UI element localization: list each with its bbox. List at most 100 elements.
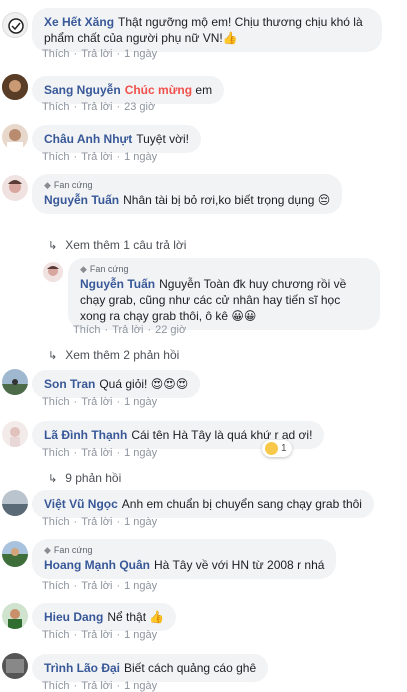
highlight-text: Chúc mừng — [124, 83, 193, 97]
like-link[interactable]: Thích — [73, 324, 101, 336]
comment-bubble: ◆ Fan cứng Nguyễn Tuấn Nguyễn Toàn đk huy … — [68, 258, 380, 330]
avatar-image — [2, 490, 28, 516]
commenter-name[interactable]: Trình Lão Đại — [44, 661, 120, 675]
reply-link[interactable]: Trả lời — [81, 447, 112, 459]
avatar[interactable] — [2, 541, 28, 567]
like-link[interactable]: Thích — [42, 629, 70, 641]
avatar[interactable] — [2, 12, 28, 38]
reaction-count: 1 — [281, 443, 287, 455]
timestamp[interactable]: 1 ngày — [124, 151, 157, 163]
reply-link[interactable]: Trả lời — [81, 680, 112, 692]
avatar[interactable] — [43, 262, 63, 282]
view-more-replies[interactable]: ↳ Xem thêm 2 phản hồi — [48, 348, 179, 362]
like-link[interactable]: Thích — [42, 48, 70, 60]
comment-text: em — [195, 83, 213, 97]
reaction-badge[interactable]: 1 — [262, 440, 292, 457]
like-link[interactable]: Thích — [42, 516, 70, 528]
commenter-name[interactable]: Lã Đình Thạnh — [44, 428, 127, 442]
avatar-image — [43, 262, 63, 282]
timestamp[interactable]: 1 ngày — [124, 48, 157, 60]
avatar-image — [2, 653, 28, 679]
view-more-replies[interactable]: ↳ Xem thêm 1 câu trả lời — [48, 238, 186, 252]
timestamp[interactable]: 1 ngày — [124, 680, 157, 692]
haha-icon — [265, 442, 278, 455]
comment-feed: Xe Hết Xăng Thật ngưỡng mộ em! Chịu thươn… — [0, 0, 407, 692]
like-link[interactable]: Thích — [42, 680, 70, 692]
commenter-name[interactable]: Châu Anh Nhựt — [44, 132, 132, 146]
avatar-image — [2, 369, 28, 395]
reply-link[interactable]: Trả lời — [112, 324, 143, 336]
reply-arrow-icon: ↳ — [48, 350, 58, 362]
avatar-image — [2, 74, 28, 100]
comment-actions: Thích · Trả lời · 22 giờ — [73, 324, 187, 336]
timestamp[interactable]: 1 ngày — [124, 580, 157, 592]
commenter-name[interactable]: Nguyễn Tuấn — [80, 277, 155, 291]
comment-actions: Thích · Trả lời · 1 ngày — [42, 447, 158, 459]
avatar-image — [2, 175, 28, 201]
comment-text: Hà Tây về với HN từ 2008 r nhá — [154, 558, 325, 572]
avatar[interactable] — [2, 175, 28, 201]
fan-badge: ◆ Fan cứng — [44, 180, 93, 190]
comment-text: Nhân tài bị bỏ rơi,ko biết trọng dụng 😔 — [123, 193, 331, 207]
comment-actions: Thích · Trả lời · 1 ngày — [42, 516, 158, 528]
commenter-name[interactable]: Việt Vũ Ngọc — [44, 497, 118, 511]
like-link[interactable]: Thích — [42, 580, 70, 592]
like-link[interactable]: Thích — [42, 101, 70, 113]
reply-link[interactable]: Trả lời — [81, 101, 112, 113]
like-link[interactable]: Thích — [42, 447, 70, 459]
reply-link[interactable]: Trả lời — [81, 629, 112, 641]
commenter-name[interactable]: Son Tran — [44, 377, 95, 391]
comment-bubble: ◆ Fan cứng Hoang Mạnh Quân Hà Tây về với H… — [32, 539, 337, 579]
commenter-name[interactable]: Hieu Dang — [44, 610, 103, 624]
comment-actions: Thích · Trả lời · 23 giờ — [42, 101, 156, 113]
timestamp[interactable]: 1 ngày — [124, 629, 157, 641]
avatar[interactable] — [2, 603, 28, 629]
reply-link[interactable]: Trả lời — [81, 396, 112, 408]
avatar[interactable] — [2, 369, 28, 395]
reply-link[interactable]: Trả lời — [81, 516, 112, 528]
like-link[interactable]: Thích — [42, 151, 70, 163]
timestamp[interactable]: 1 ngày — [124, 447, 157, 459]
comment-bubble: Sang Nguyễn Chúc mừng em — [32, 76, 225, 104]
avatar[interactable] — [2, 74, 28, 100]
comment-bubble: Xe Hết Xăng Thật ngưỡng mộ em! Chịu thươn… — [32, 8, 382, 52]
fan-badge: ◆ Fan cứng — [80, 264, 129, 274]
comment-actions: Thích · Trả lời · 1 ngày — [42, 580, 158, 592]
commenter-name[interactable]: Xe Hết Xăng — [44, 15, 114, 29]
fan-badge: ◆ Fan cứng — [44, 545, 93, 555]
avatar-image — [2, 124, 28, 150]
timestamp[interactable]: 1 ngày — [124, 396, 157, 408]
avatar[interactable] — [2, 490, 28, 516]
comment-bubble: Son Tran Quá giỏi! 😍😍😍 — [32, 370, 201, 398]
commenter-name[interactable]: Nguyễn Tuấn — [44, 193, 119, 207]
comment-text: Anh em chuẩn bị chuyển sang chạy grab th… — [121, 497, 362, 511]
reply-link[interactable]: Trả lời — [81, 151, 112, 163]
avatar-image — [2, 421, 28, 447]
comment-bubble: Hieu Dang Nể thật 👍 — [32, 603, 177, 631]
timestamp[interactable]: 22 giờ — [155, 324, 186, 336]
comment-text: Quá giỏi! 😍😍😍 — [99, 377, 189, 391]
reply-link[interactable]: Trả lời — [81, 580, 112, 592]
like-link[interactable]: Thích — [42, 396, 70, 408]
comment-actions: Thích · Trả lời · 1 ngày — [42, 629, 158, 641]
reply-arrow-icon: ↳ — [48, 473, 58, 485]
comment-bubble: Trình Lão Đại Biết cách quảng cáo ghê — [32, 654, 269, 682]
diamond-icon: ◆ — [44, 180, 51, 190]
comment-actions: Thích · Trả lời · 1 ngày — [42, 48, 158, 60]
avatar-image — [8, 18, 24, 34]
commenter-name[interactable]: Sang Nguyễn — [44, 83, 121, 97]
view-more-replies[interactable]: ↳ 9 phản hồi — [48, 471, 121, 485]
comment-text: Tuyệt vời! — [136, 132, 190, 146]
comment-bubble: ◆ Fan cứng Nguyễn Tuấn Nhân tài bị bỏ rơi,… — [32, 174, 343, 214]
reply-arrow-icon: ↳ — [48, 240, 58, 252]
timestamp[interactable]: 23 giờ — [124, 101, 155, 113]
reply-link[interactable]: Trả lời — [81, 48, 112, 60]
timestamp[interactable]: 1 ngày — [124, 516, 157, 528]
avatar[interactable] — [2, 124, 28, 150]
comment-actions: Thích · Trả lời · 1 ngày — [42, 680, 158, 692]
diamond-icon: ◆ — [44, 545, 51, 555]
avatar-image — [2, 541, 28, 567]
avatar[interactable] — [2, 653, 28, 679]
commenter-name[interactable]: Hoang Mạnh Quân — [44, 558, 150, 572]
avatar[interactable] — [2, 421, 28, 447]
